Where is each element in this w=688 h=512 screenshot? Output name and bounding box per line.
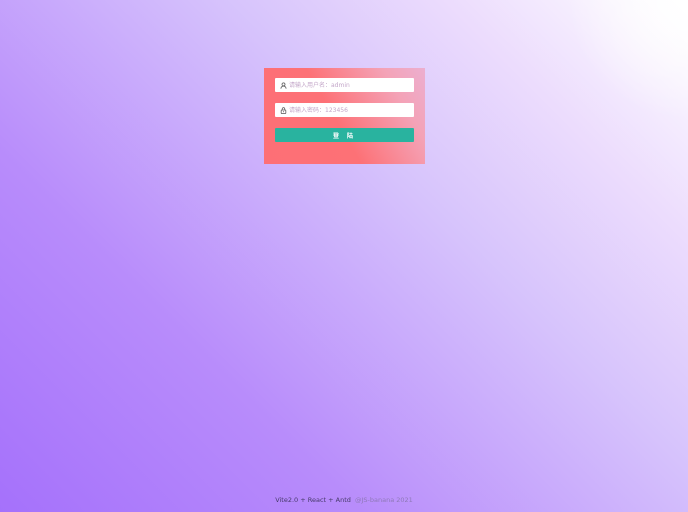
- login-card: 登 陆: [264, 68, 425, 164]
- password-field[interactable]: [275, 103, 414, 117]
- password-input[interactable]: [289, 104, 409, 116]
- username-input[interactable]: [289, 79, 409, 91]
- login-button[interactable]: 登 陆: [275, 128, 414, 142]
- user-icon: [279, 81, 287, 89]
- username-field[interactable]: [275, 78, 414, 92]
- footer-author: @JS-banana 2021: [355, 496, 413, 504]
- footer: Vite2.0 + React + Antd @JS-banana 2021: [0, 496, 688, 504]
- lock-icon: [279, 106, 287, 114]
- footer-stack: Vite2.0 + React + Antd: [275, 496, 351, 504]
